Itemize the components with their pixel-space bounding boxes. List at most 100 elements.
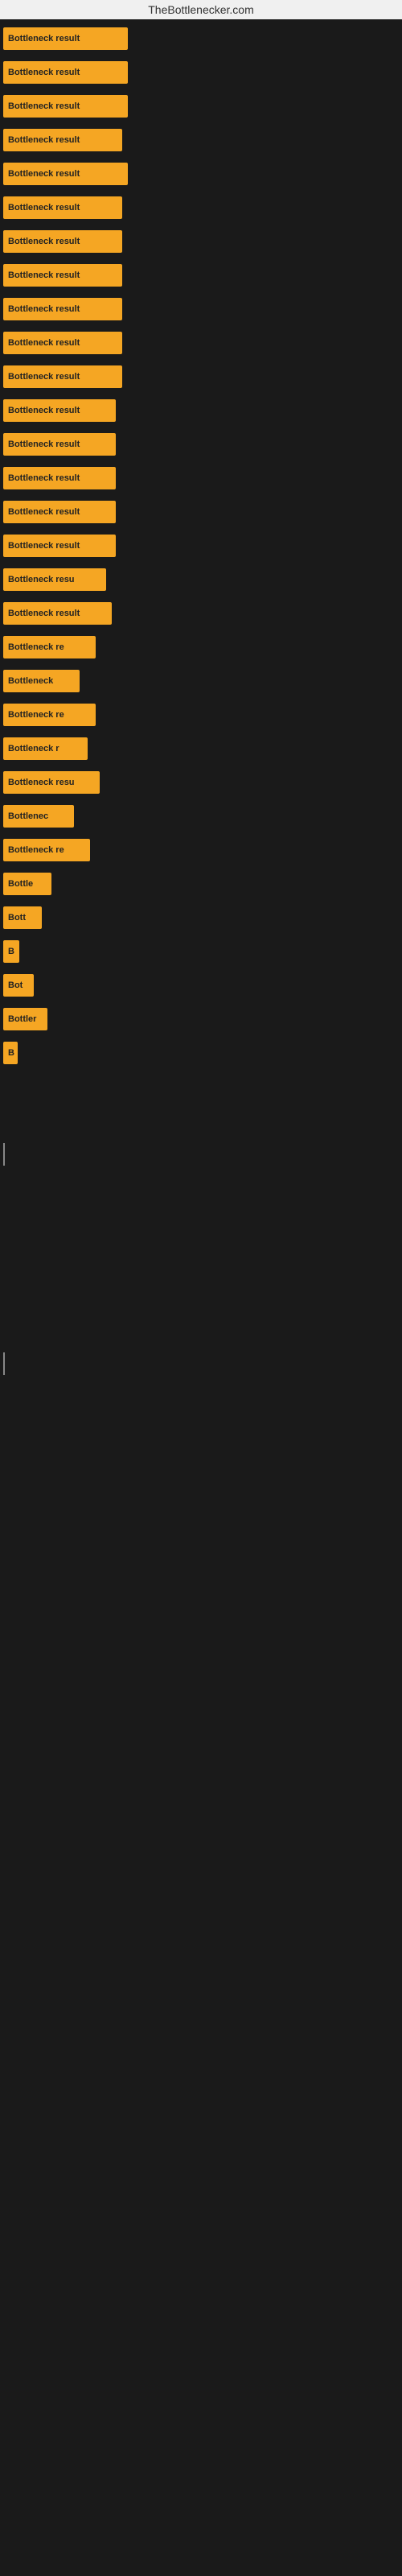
bottleneck-bar: Bottleneck result (3, 399, 116, 422)
bar-label: Bot (8, 980, 23, 990)
bar-label: Bottleneck re (8, 642, 64, 652)
bottleneck-bar: Bottleneck result (3, 27, 128, 50)
bar-label: Bottleneck r (8, 744, 59, 753)
bottleneck-bar: Bottleneck result (3, 61, 128, 84)
bar-label: Bottleneck result (8, 203, 80, 213)
bar-label: Bottleneck result (8, 473, 80, 483)
bar-label: Bottleneck result (8, 169, 80, 179)
site-title: TheBottlenecker.com (0, 0, 402, 19)
bar-row: Bot (0, 972, 402, 998)
bar-label: Bottleneck result (8, 68, 80, 77)
bar-label: Bottleneck re (8, 845, 64, 855)
bar-label: Bottle (8, 879, 33, 889)
bar-row: Bottlenec (0, 803, 402, 829)
bar-label: Bottleneck result (8, 101, 80, 111)
bar-row: Bottleneck re (0, 837, 402, 863)
bar-label: Bottlenec (8, 811, 48, 821)
bar-label: Bottleneck result (8, 507, 80, 517)
bottleneck-bar: Bottleneck result (3, 163, 128, 185)
bottleneck-bar: Bottleneck result (3, 365, 122, 388)
bar-label: B (8, 947, 14, 956)
bar-row: Bottler (0, 1006, 402, 1032)
bar-row: Bottleneck resu (0, 567, 402, 592)
bottleneck-bar: Bottleneck re (3, 636, 96, 658)
bottleneck-bar: Bottleneck (3, 670, 80, 692)
bars-container: Bottleneck result Bottleneck result Bottle… (0, 19, 402, 1377)
bottleneck-bar: Bottleneck re (3, 839, 90, 861)
bottleneck-bar: Bottler (3, 1008, 47, 1030)
bar-row (0, 1317, 402, 1349)
bar-row: Bottleneck result (0, 161, 402, 187)
bar-row: Bottleneck result (0, 398, 402, 423)
bottleneck-bar: Bottleneck re (3, 704, 96, 726)
bar-row: Bottleneck result (0, 93, 402, 119)
bar-label: Bottleneck result (8, 440, 80, 449)
bar-row: Bottleneck result (0, 60, 402, 85)
bottleneck-bar: Bottleneck result (3, 196, 122, 219)
bar-label: Bottleneck result (8, 34, 80, 43)
bar-label: Bottleneck result (8, 406, 80, 415)
bar-row: B (0, 1040, 402, 1066)
bar-row: Bottleneck result (0, 499, 402, 525)
bar-row (0, 1351, 402, 1377)
bar-row: Bottleneck (0, 668, 402, 694)
bar-label: Bottleneck result (8, 135, 80, 145)
bottleneck-bar: Bottleneck result (3, 332, 122, 354)
bar-row: B (0, 939, 402, 964)
bar-row (0, 1283, 402, 1315)
bottleneck-bar: Bottleneck result (3, 467, 116, 489)
bar-row (0, 1108, 402, 1140)
bar-row: Bottleneck result (0, 431, 402, 457)
bar-label: Bottleneck re (8, 710, 64, 720)
bar-label: Bottleneck (8, 676, 53, 686)
bar-row: Bottleneck result (0, 195, 402, 221)
bar-label: Bottleneck result (8, 541, 80, 551)
bottleneck-bar: Bottleneck result (3, 298, 122, 320)
bar-label: B (8, 1048, 14, 1058)
bottleneck-bar: B (3, 940, 19, 963)
bottleneck-bar: Bottle (3, 873, 51, 895)
bottleneck-bar: Bottleneck result (3, 433, 116, 456)
bottleneck-bar: Bottleneck result (3, 129, 122, 151)
bar-label: Bottleneck result (8, 237, 80, 246)
bar-row: Bottleneck result (0, 127, 402, 153)
bar-label: Bottleneck resu (8, 575, 75, 584)
bar-label: Bott (8, 913, 26, 923)
bar-row: Bottleneck re (0, 634, 402, 660)
bar-row: Bottleneck result (0, 601, 402, 626)
bar-row: Bottleneck result (0, 465, 402, 491)
bottleneck-bar: Bottleneck result (3, 230, 122, 253)
bar-row: Bottleneck re (0, 702, 402, 728)
bar-row (0, 1249, 402, 1282)
bottleneck-bar: Bott (3, 906, 42, 929)
bar-row: Bottleneck r (0, 736, 402, 762)
bar-label: Bottleneck result (8, 304, 80, 314)
bar-label: Bottler (8, 1014, 36, 1024)
bar-label: Bottleneck result (8, 372, 80, 382)
bar-row (0, 1141, 402, 1167)
bar-label: Bottleneck resu (8, 778, 75, 787)
bar-row: Bottleneck result (0, 262, 402, 288)
bar-row: Bottleneck result (0, 26, 402, 52)
bar-row (0, 1216, 402, 1248)
bar-row: Bottleneck result (0, 533, 402, 559)
bottleneck-bar: Bottleneck result (3, 602, 112, 625)
bottleneck-bar: Bottlenec (3, 805, 74, 828)
bar-label: Bottleneck result (8, 338, 80, 348)
bottleneck-bar: Bottleneck r (3, 737, 88, 760)
bar-row: Bottleneck result (0, 296, 402, 322)
bottleneck-bar: Bottleneck result (3, 95, 128, 118)
bar-row (0, 1074, 402, 1106)
bottleneck-bar: Bottleneck result (3, 264, 122, 287)
bar-row: Bottleneck result (0, 364, 402, 390)
bar-label: Bottleneck result (8, 609, 80, 618)
vertical-marker (3, 1143, 5, 1166)
bar-row: Bottleneck result (0, 229, 402, 254)
bottleneck-bar: Bottleneck resu (3, 568, 106, 591)
bottleneck-bar: Bottleneck result (3, 501, 116, 523)
bottleneck-bar: Bottleneck resu (3, 771, 100, 794)
bar-row: Bottleneck resu (0, 770, 402, 795)
bar-label: Bottleneck result (8, 270, 80, 280)
bar-row: Bott (0, 905, 402, 931)
bottleneck-bar: Bot (3, 974, 34, 997)
